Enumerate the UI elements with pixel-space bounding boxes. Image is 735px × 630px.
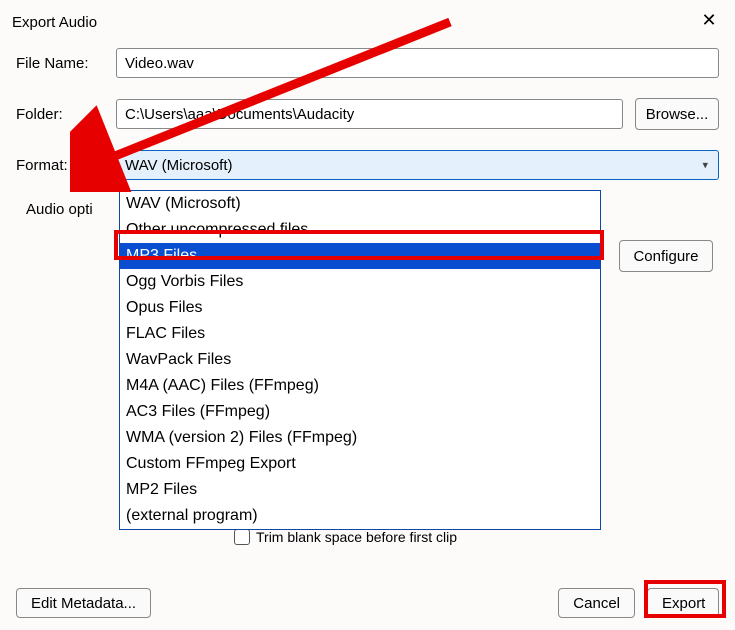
dialog-title: Export Audio [12, 14, 97, 31]
format-option[interactable]: (external program) [120, 503, 600, 529]
browse-button[interactable]: Browse... [635, 98, 719, 130]
format-option[interactable]: Ogg Vorbis Files [120, 269, 600, 295]
format-option[interactable]: Opus Files [120, 295, 600, 321]
chevron-down-icon: ▾ [702, 159, 708, 172]
format-option[interactable]: WMA (version 2) Files (FFmpeg) [120, 425, 600, 451]
format-option[interactable]: MP2 Files [120, 477, 600, 503]
format-select[interactable]: WAV (Microsoft) ▾ [116, 150, 719, 180]
checkbox-icon [234, 529, 250, 545]
format-option[interactable]: MP3 Files [120, 243, 600, 269]
format-dropdown[interactable]: WAV (Microsoft)Other uncompressed filesM… [119, 190, 601, 530]
format-option[interactable]: M4A (AAC) Files (FFmpeg) [120, 373, 600, 399]
format-label: Format: [16, 157, 104, 174]
trim-blank-checkbox[interactable]: Trim blank space before first clip [234, 529, 457, 545]
file-name-label: File Name: [16, 55, 104, 72]
format-selected-value: WAV (Microsoft) [125, 157, 233, 174]
configure-button[interactable]: Configure [619, 240, 713, 272]
close-icon[interactable]: ✕ [695, 8, 723, 36]
format-option[interactable]: WavPack Files [120, 347, 600, 373]
audio-options-label: Audio opti [26, 201, 93, 218]
edit-metadata-button[interactable]: Edit Metadata... [16, 588, 151, 618]
format-option[interactable]: Custom FFmpeg Export [120, 451, 600, 477]
file-name-input[interactable] [116, 48, 719, 78]
folder-input[interactable] [116, 99, 623, 129]
format-option[interactable]: FLAC Files [120, 321, 600, 347]
cancel-button[interactable]: Cancel [558, 588, 635, 618]
format-option[interactable]: Other uncompressed files [120, 217, 600, 243]
export-button[interactable]: Export [647, 588, 719, 618]
format-option[interactable]: AC3 Files (FFmpeg) [120, 399, 600, 425]
format-option[interactable]: WAV (Microsoft) [120, 191, 600, 217]
trim-blank-label: Trim blank space before first clip [256, 529, 457, 545]
folder-label: Folder: [16, 106, 104, 123]
